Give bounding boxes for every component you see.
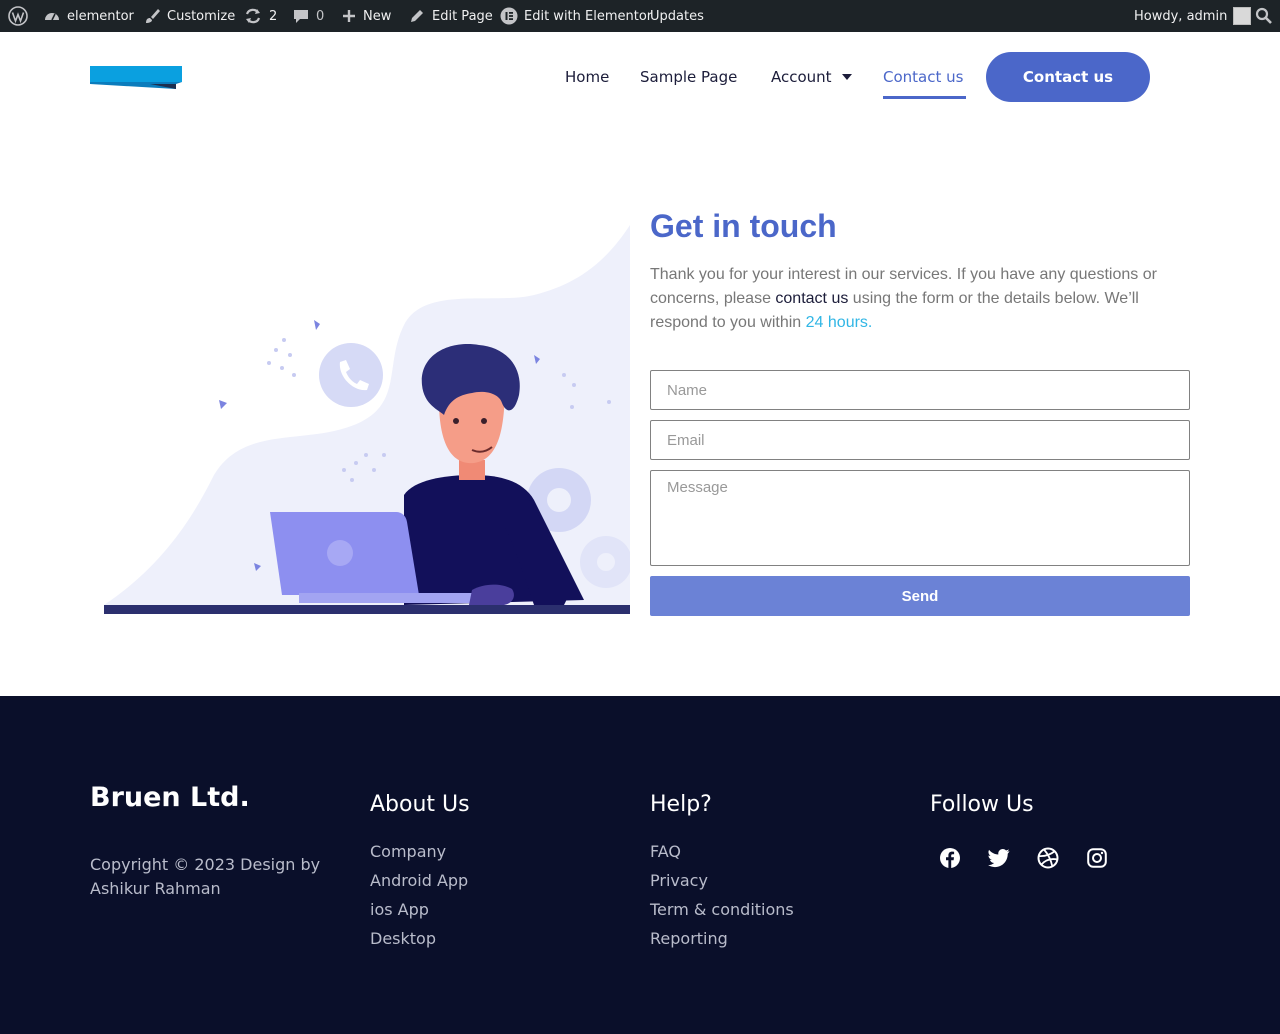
- footer-link-privacy[interactable]: Privacy: [650, 866, 794, 895]
- instagram-icon: [1087, 848, 1107, 868]
- nav-active-underline: [883, 96, 966, 99]
- footer-link-desktop[interactable]: Desktop: [370, 924, 468, 953]
- admin-bar-edit-page[interactable]: Edit Page: [408, 0, 493, 32]
- footer-about-title: About Us: [370, 792, 470, 817]
- logo-icon: [90, 66, 182, 89]
- footer-link-terms[interactable]: Term & conditions: [650, 895, 794, 924]
- dashboard-icon: [45, 13, 59, 21]
- copyright-text: Copyright © 2023 Design by Ashikur Rahma…: [90, 855, 321, 898]
- send-label: Send: [901, 587, 939, 605]
- refresh-icon: [245, 8, 261, 24]
- footer-follow-title: Follow Us: [930, 792, 1034, 817]
- admin-bar-customize-label: Customize: [167, 8, 236, 24]
- nav-item-sample-page[interactable]: Sample Page: [640, 66, 737, 88]
- howdy-label: Howdy, admin: [1134, 8, 1228, 24]
- admin-bar-updates[interactable]: Updates: [650, 0, 704, 32]
- contact-us-inline-text: contact us: [775, 290, 849, 307]
- search-icon: [1255, 7, 1272, 24]
- footer-brand: Bruen Ltd.: [90, 782, 250, 813]
- message-field[interactable]: [650, 470, 1190, 566]
- admin-bar-comments[interactable]: 0: [292, 0, 324, 32]
- send-button[interactable]: Send: [650, 576, 1190, 616]
- admin-bar-updates-count[interactable]: 2: [243, 0, 277, 32]
- nav-item-label: Contact us: [883, 68, 964, 86]
- caret-down-icon: [841, 74, 852, 80]
- admin-bar-search[interactable]: [1255, 0, 1273, 32]
- site-footer: Bruen Ltd. Copyright © 2023 Design by As…: [0, 696, 1280, 1034]
- footer-link-ios-app[interactable]: ios App: [370, 895, 468, 924]
- support-illustration: [104, 225, 630, 614]
- instagram-link[interactable]: [1085, 846, 1109, 870]
- nav-item-label: Account: [771, 68, 832, 86]
- footer-link-faq[interactable]: FAQ: [650, 837, 794, 866]
- admin-bar-customize[interactable]: Customize: [143, 0, 235, 32]
- response-time-text: 24 hours.: [805, 314, 873, 331]
- footer-link-android-app[interactable]: Android App: [370, 866, 468, 895]
- site-logo[interactable]: [90, 66, 182, 90]
- facebook-icon: [940, 848, 960, 868]
- plus-icon: [343, 10, 355, 22]
- wordpress-logo-icon[interactable]: [8, 0, 28, 32]
- contact-description: Thank you for your interest in our servi…: [650, 263, 1190, 335]
- footer-link-reporting[interactable]: Reporting: [650, 924, 794, 953]
- twitter-icon: [988, 849, 1010, 868]
- nav-item-contact-us[interactable]: Contact us: [883, 66, 963, 88]
- elementor-icon: [500, 7, 518, 25]
- contact-us-cta-button[interactable]: Contact us: [986, 52, 1150, 102]
- brush-icon: [146, 9, 160, 23]
- admin-bar-site[interactable]: elementor: [43, 0, 134, 32]
- footer-help-links: FAQ Privacy Term & conditions Reporting: [650, 837, 794, 953]
- footer-link-company[interactable]: Company: [370, 837, 468, 866]
- admin-bar-new[interactable]: New: [341, 0, 391, 32]
- admin-bar-edit-page-label: Edit Page: [432, 8, 493, 24]
- nav-item-label: Home: [565, 68, 610, 86]
- footer-about-links: Company Android App ios App Desktop: [370, 837, 468, 953]
- pencil-icon: [411, 10, 423, 22]
- nav-item-home[interactable]: Home: [565, 66, 609, 88]
- footer-help-title: Help?: [650, 792, 712, 817]
- name-field[interactable]: [650, 370, 1190, 410]
- admin-bar-edit-elementor-label: Edit with Elementor: [524, 8, 653, 24]
- twitter-link[interactable]: [987, 846, 1011, 870]
- avatar: [1233, 7, 1252, 25]
- admin-bar-updates-label: Updates: [650, 8, 704, 24]
- admin-bar-edit-elementor[interactable]: Edit with Elementor: [500, 0, 652, 32]
- admin-bar-new-label: New: [363, 8, 392, 24]
- dribbble-icon: [1037, 847, 1059, 869]
- admin-bar-account[interactable]: Howdy, admin: [1134, 0, 1252, 32]
- admin-bar-site-label: elementor: [67, 8, 134, 24]
- nav-item-label: Sample Page: [640, 68, 738, 86]
- facebook-link[interactable]: [938, 846, 962, 870]
- nav-item-account[interactable]: Account: [771, 66, 852, 88]
- page-title: Get in touch: [650, 208, 837, 244]
- cta-label: Contact us: [1022, 68, 1114, 86]
- email-field[interactable]: [650, 420, 1190, 460]
- admin-bar: elementor Customize 2 0 New Edit Page Ed…: [0, 0, 1280, 32]
- comment-icon: [294, 10, 308, 23]
- comments-count: 0: [316, 8, 325, 24]
- dribbble-link[interactable]: [1036, 846, 1060, 870]
- updates-count: 2: [269, 8, 278, 24]
